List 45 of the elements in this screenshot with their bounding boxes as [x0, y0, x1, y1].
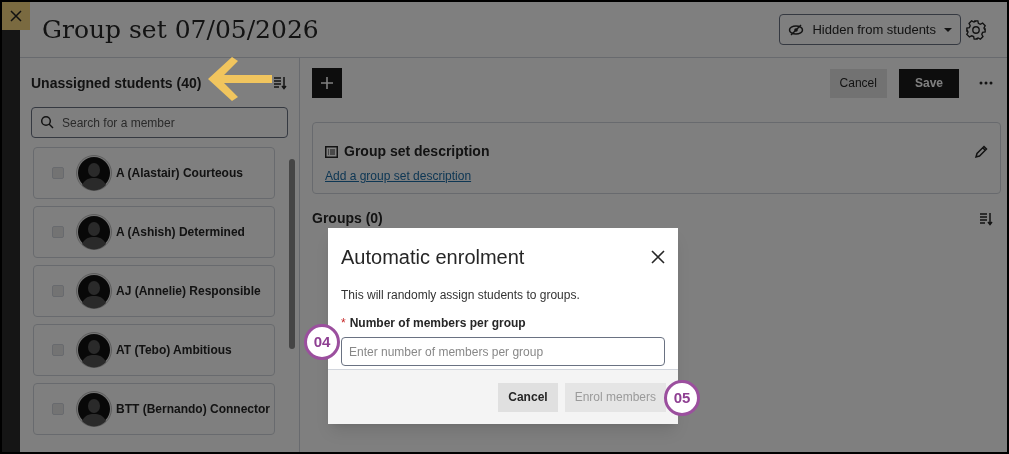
close-icon[interactable] — [651, 250, 665, 264]
section-heading: Unassigned students (40) — [31, 73, 203, 93]
more-icon[interactable] — [979, 81, 993, 85]
dialog-title: Automatic enrolment — [341, 245, 526, 270]
close-button[interactable] — [2, 2, 30, 30]
sort-icon[interactable] — [273, 76, 287, 90]
avatar-icon — [76, 391, 112, 427]
section-heading: Groups (0) — [312, 209, 384, 228]
add-description-link[interactable]: Add a group set description — [325, 167, 472, 185]
callout-arrow — [206, 55, 272, 103]
student-card[interactable]: AT (Tebo) Ambitious — [33, 324, 275, 376]
student-card[interactable]: A (Alastair) Courteous — [33, 147, 275, 199]
student-name: AJ (Annelie) Responsible — [116, 283, 261, 300]
close-icon — [10, 10, 22, 22]
avatar-icon — [76, 155, 112, 191]
student-card[interactable]: AJ (Annelie) Responsible — [33, 265, 275, 317]
cancel-button[interactable]: Cancel — [498, 382, 558, 412]
student-card[interactable]: A (Ashish) Determined — [33, 206, 275, 258]
student-card[interactable]: BTT (Bernando) Connector — [33, 383, 275, 435]
add-button[interactable] — [312, 68, 342, 98]
pencil-icon[interactable] — [974, 144, 988, 159]
cancel-button[interactable]: Cancel — [829, 68, 887, 98]
scrollbar[interactable] — [289, 159, 295, 349]
student-name: BTT (Bernando) Connector — [116, 401, 270, 418]
list-icon — [325, 145, 338, 158]
sort-icon[interactable] — [979, 211, 993, 226]
avatar-icon — [76, 332, 112, 368]
card-title: Group set description — [344, 142, 491, 161]
members-per-group-input[interactable]: Enter number of members per group — [341, 337, 665, 366]
save-button[interactable]: Save — [898, 68, 959, 98]
search-field[interactable]: Search for a member — [31, 107, 288, 138]
avatar-icon — [76, 273, 112, 309]
settings-icon[interactable] — [965, 18, 987, 41]
avatar-icon — [76, 214, 112, 250]
page-title: Group set 07/05/2026 — [42, 13, 320, 46]
dialog-message: This will randomly assign students to groups. — [341, 287, 581, 304]
visibility-dropdown[interactable]: Hidden from students — [779, 14, 961, 45]
student-name: A (Alastair) Courteous — [116, 165, 243, 182]
required-mark: * — [341, 315, 346, 332]
search-icon — [40, 115, 54, 129]
student-name: AT (Tebo) Ambitious — [116, 342, 232, 359]
plus-icon — [321, 77, 333, 89]
field-label: Number of members per group — [349, 315, 526, 332]
hidden-eye-icon — [788, 23, 805, 36]
student-name: A (Ashish) Determined — [116, 224, 245, 241]
